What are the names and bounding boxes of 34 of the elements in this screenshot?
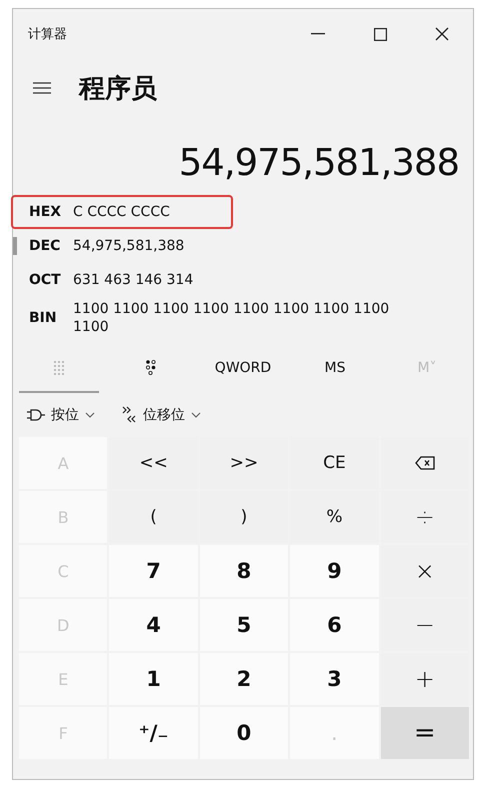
key-button[interactable]: 1 bbox=[109, 653, 198, 705]
maximize-icon bbox=[374, 28, 386, 40]
bit-dots-icon bbox=[146, 360, 156, 376]
window-title: 计算器 bbox=[28, 26, 68, 43]
logic-gate-icon bbox=[27, 409, 45, 421]
chevron-down-icon bbox=[191, 412, 201, 418]
radix-row[interactable]: OCT 631 463 146 314 bbox=[13, 263, 473, 297]
backspace-icon bbox=[414, 456, 435, 470]
key-button[interactable]: 9 bbox=[290, 545, 379, 597]
keypad-icon bbox=[54, 361, 64, 375]
key-button[interactable]: = bbox=[380, 707, 469, 759]
minimize-icon bbox=[311, 33, 325, 35]
radix-row[interactable]: BIN 1100 1100 1100 1100 1100 1100 1100 1100 1100 bbox=[13, 297, 473, 339]
key-button[interactable]: 3 bbox=[290, 653, 379, 705]
chevron-down-icon bbox=[85, 412, 95, 418]
key-button[interactable]: 8 bbox=[200, 545, 288, 597]
key-button[interactable]: 0 bbox=[200, 707, 288, 759]
key-button[interactable]: ⁺∕₋ bbox=[109, 707, 198, 759]
dropdown-button[interactable]: 按位 bbox=[27, 406, 95, 424]
tab[interactable]: QWORD bbox=[203, 345, 283, 393]
close-icon bbox=[435, 27, 449, 41]
mode-title: 程序员 bbox=[79, 72, 157, 106]
menu-icon bbox=[33, 82, 51, 94]
shift-arrows-icon bbox=[121, 406, 137, 424]
key-button[interactable]: 7 bbox=[109, 545, 198, 597]
key-button[interactable]: 5 bbox=[200, 599, 288, 651]
key-button[interactable]: 2 bbox=[200, 653, 288, 705]
result-display: 54,975,581,388 bbox=[178, 140, 460, 186]
radix-row[interactable]: DEC 54,975,581,388 bbox=[13, 229, 473, 263]
key-button[interactable]: 4 bbox=[109, 599, 198, 651]
radix-row[interactable]: HEX C CCCC CCCC bbox=[13, 195, 473, 229]
key-button[interactable]: 6 bbox=[290, 599, 379, 651]
dropdown-button[interactable]: 位移位 bbox=[121, 406, 201, 424]
tab[interactable]: MS bbox=[295, 345, 375, 393]
